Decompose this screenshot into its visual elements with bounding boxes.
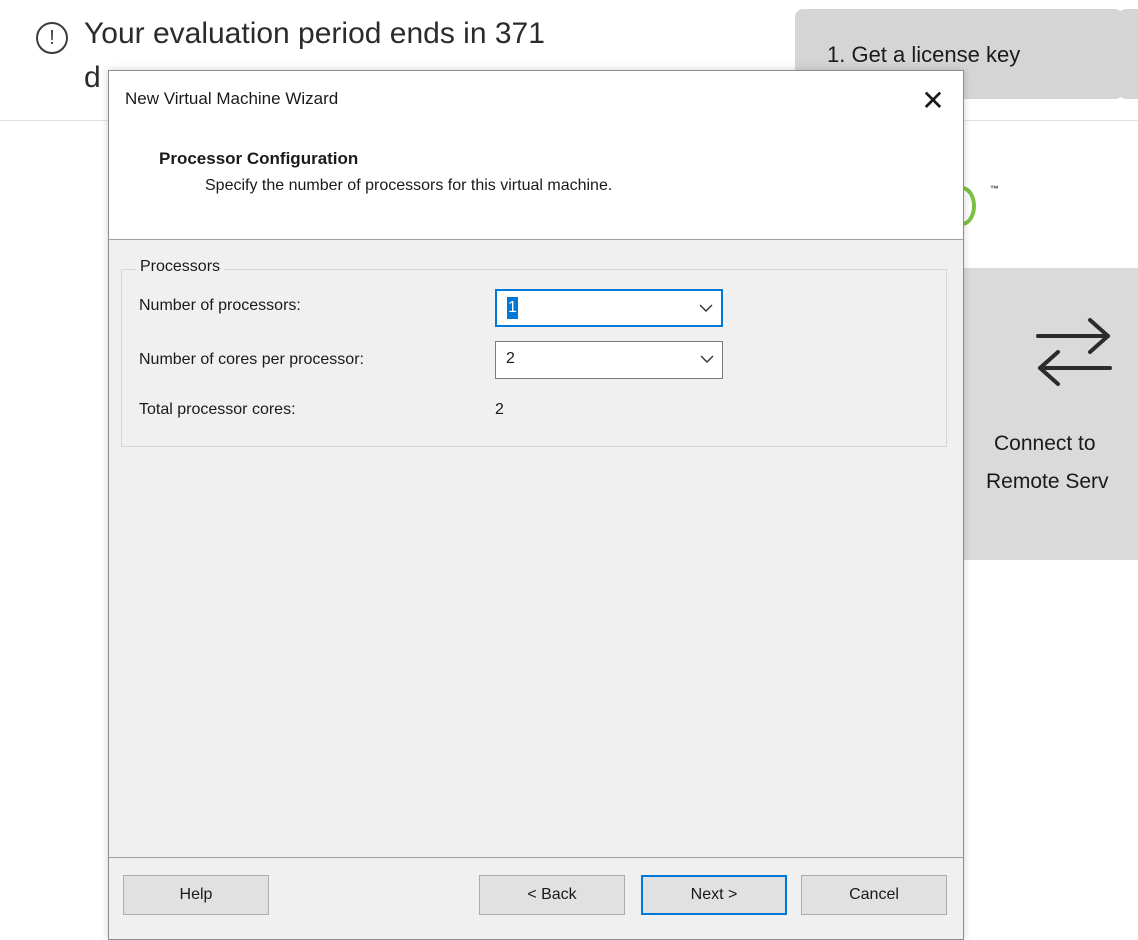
eval-notice-continued: d (84, 61, 101, 94)
new-vm-wizard-dialog: New Virtual Machine Wizard ✕ Processor C… (108, 70, 964, 940)
num-processors-label: Number of processors: (139, 297, 301, 314)
cancel-button[interactable]: Cancel (801, 875, 947, 915)
page-title: Processor Configuration (159, 149, 359, 168)
wizard-header: Processor Configuration Specify the numb… (109, 131, 963, 240)
next-button[interactable]: Next > (641, 875, 787, 915)
next-step-button[interactable] (1118, 9, 1138, 99)
connect-remote-label: Connect to (994, 432, 1096, 455)
page-subtitle: Specify the number of processors for thi… (205, 177, 613, 194)
cores-per-processor-label: Number of cores per processor: (139, 351, 364, 368)
close-icon[interactable]: ✕ (911, 79, 955, 123)
num-processors-value: 1 (507, 297, 518, 319)
num-processors-select[interactable]: 1 (495, 289, 723, 327)
eval-notice: Your evaluation period ends in 371 (84, 17, 545, 50)
chevron-down-icon (699, 304, 713, 312)
dialog-title: New Virtual Machine Wizard (125, 89, 339, 108)
footer-divider (109, 857, 963, 858)
trademark-mark: ™ (990, 184, 999, 194)
exchange-arrows-icon (1036, 318, 1112, 386)
back-button[interactable]: < Back (479, 875, 625, 915)
cores-per-processor-select[interactable]: 2 (495, 341, 723, 379)
connect-remote-label-2: Remote Serv (986, 470, 1109, 493)
total-cores-value: 2 (495, 401, 504, 418)
cores-per-processor-value: 2 (506, 350, 515, 367)
chevron-down-icon (700, 355, 714, 363)
help-button[interactable]: Help (123, 875, 269, 915)
dialog-title-bar[interactable]: New Virtual Machine Wizard ✕ (109, 71, 963, 131)
warning-icon: ! (36, 22, 68, 54)
total-cores-label: Total processor cores: (139, 401, 296, 418)
processors-group-legend: Processors (136, 258, 225, 276)
